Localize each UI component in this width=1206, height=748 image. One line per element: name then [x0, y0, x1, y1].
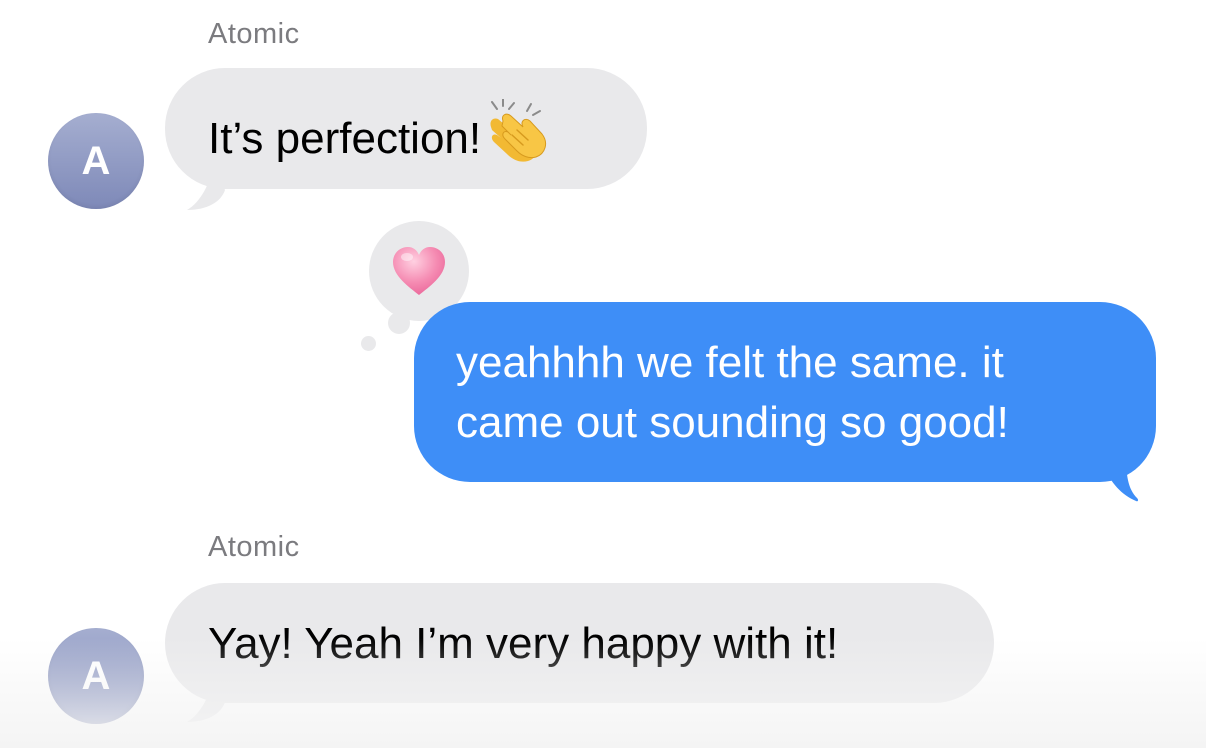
message-text-line: yeahhhh we felt the same. it	[456, 338, 1004, 387]
message-bubble-received[interactable]: Yay! Yeah I’m very happy with it!	[165, 583, 994, 703]
avatar[interactable]: A	[48, 113, 144, 209]
clapping-hands-icon	[490, 98, 547, 162]
message-text: It’s perfection!	[208, 114, 482, 163]
message-bubble-sent[interactable]: yeahhhh we felt the same. it came out so…	[414, 302, 1156, 482]
message-text: Yay! Yeah I’m very happy with it!	[208, 619, 839, 668]
message-text-line: came out sounding so good!	[456, 398, 1009, 447]
reaction-bubble-tail-small	[361, 336, 376, 351]
messages-thread: Atomic A It’s perfection! yeahhhh we fel…	[0, 0, 1206, 748]
heart-icon	[393, 247, 445, 295]
message-bubble-received[interactable]: It’s perfection!	[165, 68, 647, 189]
avatar[interactable]: A	[48, 628, 144, 724]
avatar-initial: A	[81, 138, 111, 183]
sender-name: Atomic	[208, 531, 300, 563]
sender-name: Atomic	[208, 18, 300, 50]
avatar-initial: A	[81, 653, 111, 698]
